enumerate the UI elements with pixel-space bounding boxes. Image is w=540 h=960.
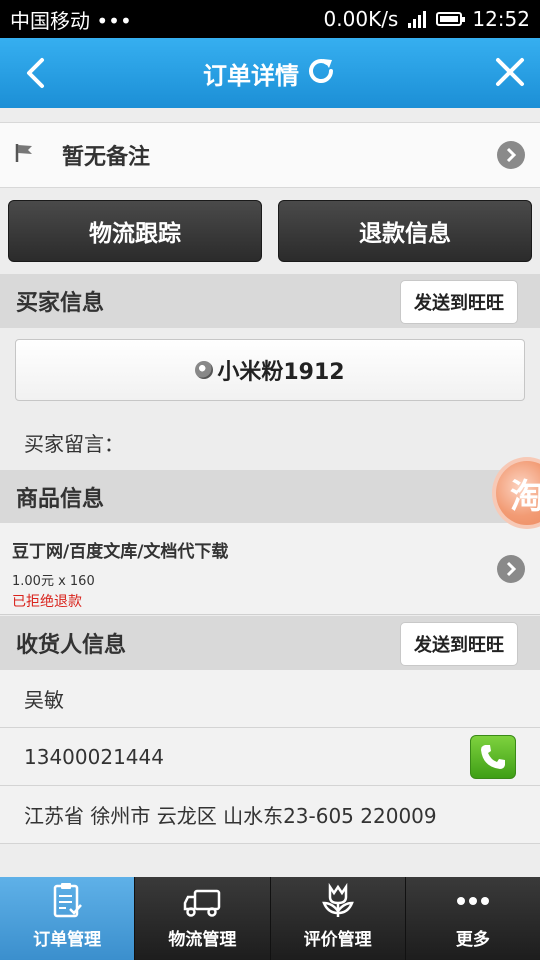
receiver-phone-row: 13400021444 bbox=[0, 728, 540, 786]
tab-label: 物流管理 bbox=[168, 930, 237, 950]
receiver-name: 吴敏 bbox=[24, 688, 64, 712]
chevron-right-icon[interactable] bbox=[497, 141, 525, 169]
truck-icon bbox=[184, 889, 221, 917]
buyer-message-label: 买家留言： bbox=[24, 432, 124, 456]
receiver-name-row: 吴敏 bbox=[0, 670, 540, 728]
clipboard-icon bbox=[53, 883, 83, 918]
goods-section-title: 商品信息 bbox=[16, 487, 105, 512]
tulip-icon bbox=[321, 883, 354, 917]
refresh-icon[interactable] bbox=[305, 55, 337, 91]
tab-order-management[interactable]: 订单管理 bbox=[0, 877, 136, 960]
receiver-phone: 13400021444 bbox=[24, 744, 164, 769]
goods-price-quantity: 1.00元 x 160 bbox=[12, 574, 95, 589]
receiver-info-header: 收货人信息 发送到旺旺 bbox=[0, 616, 540, 670]
send-to-wangwang-button[interactable]: 发送到旺旺 bbox=[400, 280, 518, 324]
buyer-nickname: 小米粉1912 bbox=[217, 360, 345, 385]
battery-icon bbox=[436, 12, 466, 26]
tab-label: 更多 bbox=[455, 930, 490, 950]
action-button-row: 物流跟踪 退款信息 bbox=[0, 200, 540, 264]
goods-name: 豆丁网/百度文库/文档代下载 bbox=[12, 542, 229, 562]
chevron-right-icon[interactable] bbox=[497, 555, 525, 583]
buyer-section-title: 买家信息 bbox=[16, 291, 105, 316]
status-bar: 中国移动 ••• 0.00K/s 12:52 bbox=[0, 0, 540, 38]
goods-info-header: 商品信息 bbox=[0, 470, 540, 524]
receiver-address-row: 江苏省 徐州市 云龙区 山水东23-605 220009 bbox=[0, 786, 540, 844]
buyer-info-header: 买家信息 发送到旺旺 bbox=[0, 274, 540, 328]
send-to-wangwang-button[interactable]: 发送到旺旺 bbox=[400, 622, 518, 666]
bottom-tab-bar: 订单管理 物流管理 评价管理 更多 bbox=[0, 877, 540, 960]
wangwang-icon bbox=[195, 361, 214, 379]
network-speed: 0.00K/s bbox=[323, 7, 399, 31]
app-header: 订单详情 bbox=[0, 38, 540, 108]
float-badge-text: 淘 bbox=[510, 469, 540, 518]
receiver-section-title: 收货人信息 bbox=[16, 633, 127, 658]
clock: 12:52 bbox=[472, 7, 530, 31]
back-arrow-icon[interactable] bbox=[18, 54, 54, 92]
tab-logistics-management[interactable]: 物流管理 bbox=[135, 877, 271, 960]
tab-more[interactable]: 更多 bbox=[406, 877, 540, 960]
tab-review-management[interactable]: 评价管理 bbox=[271, 877, 406, 960]
notes-text: 暂无备注 bbox=[62, 145, 151, 170]
page-title: 订单详情 bbox=[203, 61, 299, 90]
tab-label: 评价管理 bbox=[303, 930, 372, 950]
receiver-address: 江苏省 徐州市 云龙区 山水东23-605 220009 bbox=[24, 804, 437, 828]
more-dots-icon bbox=[456, 897, 489, 905]
flag-icon bbox=[14, 142, 36, 168]
logistics-tracking-button[interactable]: 物流跟踪 bbox=[8, 200, 262, 262]
buyer-nickname-button[interactable]: 小米粉1912 bbox=[15, 339, 525, 401]
order-notes-row[interactable]: 暂无备注 bbox=[0, 122, 540, 188]
carrier-name: 中国移动 ••• bbox=[10, 8, 132, 33]
refund-status: 已拒绝退款 bbox=[12, 594, 82, 610]
refund-info-button[interactable]: 退款信息 bbox=[278, 200, 532, 262]
signal-icon bbox=[408, 10, 427, 28]
goods-item[interactable]: 豆丁网/百度文库/文档代下载 1.00元 x 160 已拒绝退款 bbox=[0, 523, 540, 615]
phone-call-icon[interactable] bbox=[470, 735, 516, 779]
close-icon[interactable] bbox=[490, 52, 530, 92]
tab-label: 订单管理 bbox=[33, 930, 102, 950]
